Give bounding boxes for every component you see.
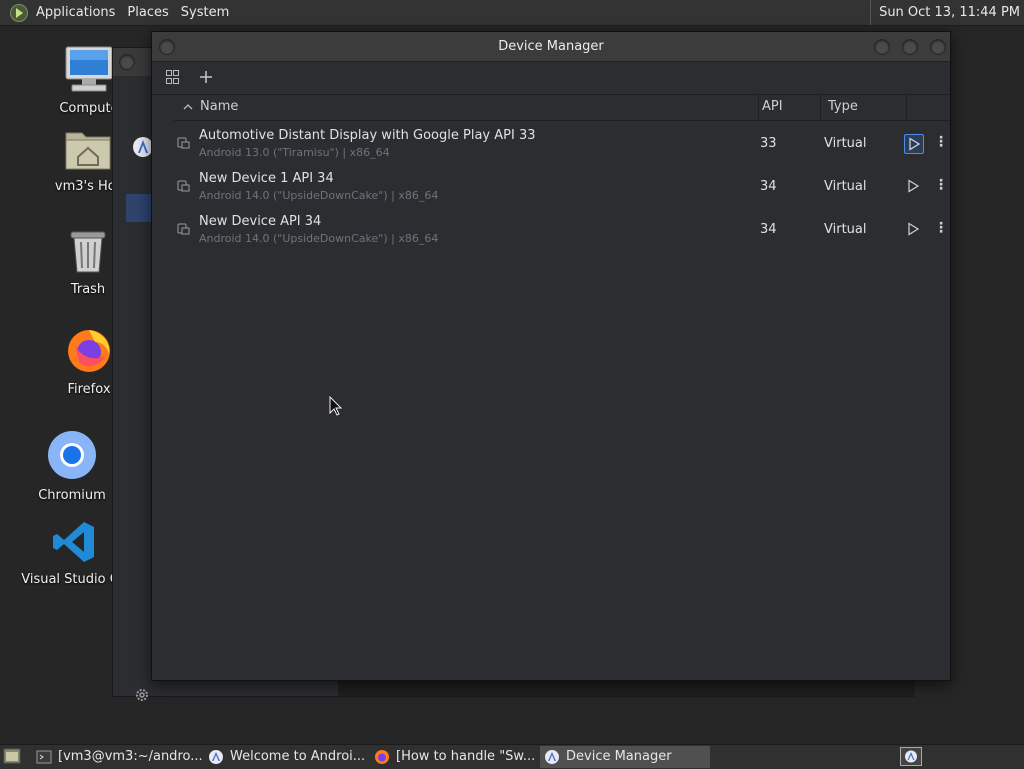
mouse-cursor-icon [329, 396, 343, 416]
selected-nav-item[interactable] [126, 194, 153, 222]
vscode-icon [53, 522, 94, 562]
more-actions-icon[interactable]: ⋮ [934, 221, 948, 237]
device-details: Android 14.0 ("UpsideDownCake") | x86_64 [199, 232, 439, 245]
device-details: Android 14.0 ("UpsideDownCake") | x86_64 [199, 189, 439, 202]
device-type: Virtual [824, 136, 867, 151]
add-device-button[interactable] [198, 70, 214, 86]
task-device-manager[interactable]: Device Manager [540, 746, 710, 768]
play-icon [908, 222, 920, 236]
title-bar[interactable]: Device Manager [152, 32, 950, 62]
show-desktop-icon[interactable] [3, 748, 21, 764]
background-status-bar [338, 680, 913, 696]
launch-device-button[interactable] [904, 220, 922, 238]
device-api: 33 [760, 136, 777, 151]
device-row[interactable]: New Device API 34 Android 14.0 ("UpsideD… [174, 208, 950, 251]
task-label: Device Manager [566, 749, 672, 764]
device-api: 34 [760, 222, 777, 237]
plus-icon [200, 71, 212, 83]
task-label: Welcome to Androi... [230, 749, 366, 764]
virtual-device-icon [177, 223, 190, 235]
desktop-label: Chromium [38, 488, 106, 503]
trash-icon [70, 231, 106, 273]
table-header: Name API Type [174, 94, 950, 121]
close-icon[interactable] [930, 39, 946, 55]
task-firefox[interactable]: [How to handle "Sw... [374, 746, 536, 768]
sort-ascending-icon[interactable] [183, 103, 193, 111]
android-studio-icon [209, 750, 223, 764]
group-by-button[interactable] [166, 70, 182, 86]
minimize-icon[interactable] [874, 39, 890, 55]
top-menu: Applications Places System [30, 0, 235, 25]
maximize-icon[interactable] [902, 39, 918, 55]
task-label: [How to handle "Sw... [396, 749, 536, 764]
device-name: Automotive Distant Display with Google P… [199, 128, 536, 143]
column-header-api[interactable]: API [762, 94, 783, 120]
device-details: Android 13.0 ("Tiramisu") | x86_64 [199, 146, 390, 159]
window-title: Device Manager [498, 39, 604, 54]
device-api: 34 [760, 179, 777, 194]
menu-system[interactable]: System [175, 0, 235, 25]
gear-icon[interactable] [135, 688, 149, 702]
menu-places[interactable]: Places [121, 0, 174, 25]
column-header-type[interactable]: Type [828, 94, 858, 120]
menu-applications[interactable]: Applications [30, 0, 121, 25]
task-terminal[interactable]: [vm3@vm3:~/andro... [36, 746, 202, 768]
task-label: [vm3@vm3:~/andro... [58, 749, 202, 764]
clock[interactable]: Sun Oct 13, 11:44 PM [870, 0, 1020, 25]
group-by-icon [166, 70, 179, 84]
taskbar: [vm3@vm3:~/andro... Welcome to Androi...… [0, 744, 1024, 769]
task-android-studio-welcome[interactable]: Welcome to Androi... [208, 746, 368, 768]
column-divider [820, 94, 821, 120]
play-icon [909, 137, 921, 151]
applications-logo-icon[interactable] [10, 3, 28, 22]
computer-icon [65, 46, 113, 92]
window-button-icon[interactable] [119, 54, 135, 70]
device-row[interactable]: Automotive Distant Display with Google P… [174, 122, 950, 165]
device-type: Virtual [824, 179, 867, 194]
virtual-device-icon [177, 137, 190, 149]
android-studio-icon [545, 750, 559, 764]
top-panel: Applications Places System Sun Oct 13, 1… [0, 0, 1024, 26]
device-manager-window: Device Manager Name API Type Automotive … [151, 31, 951, 681]
desktop-icon-chromium[interactable]: Chromium [17, 430, 127, 503]
device-name: New Device 1 API 34 [199, 171, 334, 186]
device-row[interactable]: New Device 1 API 34 Android 14.0 ("Upsid… [174, 165, 950, 208]
firefox-icon [375, 750, 389, 764]
home-folder-icon [65, 132, 111, 170]
device-name: New Device API 34 [199, 214, 322, 229]
column-divider [906, 94, 907, 120]
firefox-icon [68, 330, 110, 372]
toolbar [152, 62, 950, 95]
terminal-icon [36, 750, 52, 764]
column-header-name[interactable]: Name [200, 94, 238, 120]
workspace-switcher-icon[interactable] [900, 747, 922, 766]
play-icon [908, 179, 920, 193]
more-actions-icon[interactable]: ⋮ [934, 178, 948, 194]
launch-device-button[interactable] [904, 177, 922, 195]
device-type: Virtual [824, 222, 867, 237]
launch-device-button[interactable] [904, 134, 924, 154]
column-divider [758, 94, 759, 120]
background-sidebar [113, 76, 153, 701]
more-actions-icon[interactable]: ⋮ [934, 135, 948, 151]
chromium-icon [48, 431, 96, 479]
virtual-device-icon [177, 180, 190, 192]
